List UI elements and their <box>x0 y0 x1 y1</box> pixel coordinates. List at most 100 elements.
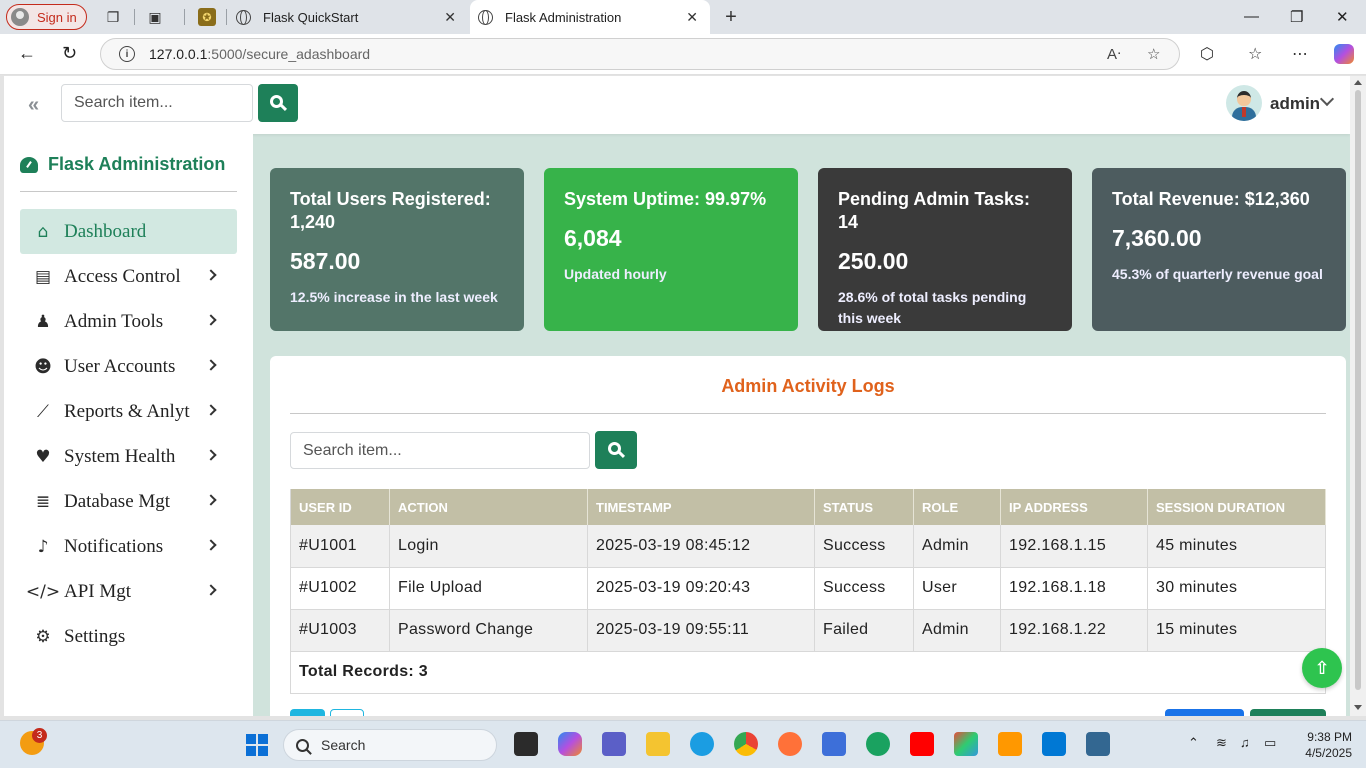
sidebar-item-api[interactable]: </> API Mgt <box>20 569 237 614</box>
card-subtext: Updated hourly <box>564 266 667 282</box>
table-row[interactable]: #U1002 File Upload 2025-03-19 09:20:43 S… <box>290 567 1326 610</box>
extensions-icon[interactable]: ⬡ <box>1200 44 1214 64</box>
site-info-icon[interactable]: i <box>119 46 135 62</box>
column-header[interactable]: USER ID <box>290 489 390 525</box>
profile-signin-button[interactable]: Sign in <box>6 4 87 30</box>
task-view-icon[interactable] <box>514 732 538 756</box>
battery-icon[interactable]: ▭ <box>1264 735 1276 751</box>
avatar[interactable] <box>1226 85 1262 121</box>
new-tab-icon[interactable]: + <box>722 6 740 28</box>
copilot-icon[interactable] <box>1334 44 1354 64</box>
bell-icon: ♪ <box>37 536 49 557</box>
column-header[interactable]: IP ADDRESS <box>1000 489 1148 525</box>
read-aloud-icon[interactable]: Aᐧ <box>1107 45 1121 63</box>
scroll-down-icon[interactable] <box>1354 705 1362 710</box>
logs-search-button[interactable] <box>595 431 637 469</box>
cell-action: Login <box>389 525 588 568</box>
clock[interactable]: 9:38 PM 4/5/2025 <box>1292 729 1352 761</box>
favorite-star-icon[interactable]: ☆ <box>1147 45 1160 63</box>
logs-search-input[interactable] <box>290 432 590 469</box>
youtube-icon[interactable] <box>910 732 934 756</box>
teams-icon[interactable] <box>602 732 626 756</box>
sidebar-item-notifications[interactable]: ♪ Notifications <box>20 524 237 569</box>
windows-start-icon[interactable] <box>246 734 268 756</box>
search-icon <box>296 738 309 752</box>
page-scrollbar[interactable] <box>1350 76 1366 716</box>
reload-icon[interactable]: ↻ <box>62 43 77 64</box>
print-button[interactable] <box>1250 709 1326 716</box>
top-navbar: « admin <box>4 76 1350 134</box>
sidebar-item-reports[interactable]: ⟋ Reports & Anlyt <box>20 389 237 434</box>
collapse-sidebar-icon[interactable]: « <box>28 94 39 117</box>
card-title: System Uptime: 99.97% <box>564 189 767 209</box>
stat-card-pending-tasks: Pending Admin Tasks: 14 250.00 28.6% of … <box>818 168 1072 331</box>
column-header[interactable]: STATUS <box>814 489 914 525</box>
table-row[interactable]: #U1001 Login 2025-03-19 08:45:12 Success… <box>290 525 1326 568</box>
sidebar-item-label: Notifications <box>64 535 164 557</box>
tab-actions-icon[interactable]: ▣ <box>146 8 164 26</box>
tab-flask-administration[interactable]: Flask Administration ✕ <box>470 0 710 34</box>
copilot-app-icon[interactable] <box>558 732 582 756</box>
globe-icon <box>236 9 251 25</box>
column-header[interactable]: SESSION DURATION <box>1147 489 1326 525</box>
taskbar-search[interactable]: Search <box>283 729 497 761</box>
stat-card-users: Total Users Registered: 1,240 587.00 12.… <box>270 168 524 331</box>
sidebar-item-dashboard[interactable]: ⌂ Dashboard <box>20 209 237 254</box>
export-button[interactable] <box>1165 709 1244 716</box>
pagination-button[interactable] <box>330 709 364 716</box>
chevron-up-icon[interactable]: ⌃ <box>1188 735 1199 751</box>
user-gear-icon: ⚙ <box>35 626 51 647</box>
top-search-input[interactable] <box>61 84 253 122</box>
column-header[interactable]: ROLE <box>913 489 1001 525</box>
wifi-icon[interactable]: ≋ <box>1216 735 1227 751</box>
vscode-icon[interactable] <box>1042 732 1066 756</box>
top-search-button[interactable] <box>258 84 298 122</box>
cell-ip: 192.168.1.18 <box>1000 567 1148 610</box>
notepad-icon[interactable] <box>822 732 846 756</box>
brand[interactable]: Flask Administration <box>20 154 225 175</box>
volume-icon[interactable]: ♫ <box>1240 735 1250 750</box>
sidebar-item-database[interactable]: ≣ Database Mgt <box>20 479 237 524</box>
chevron-down-icon[interactable] <box>1319 91 1335 107</box>
sidebar-item-admin-tools[interactable]: ♟ Admin Tools <box>20 299 237 344</box>
scroll-to-top-button[interactable]: ⇧ <box>1302 648 1342 688</box>
sidebar-item-user-accounts[interactable]: ☻ User Accounts <box>20 344 237 389</box>
scrollbar-thumb[interactable] <box>1355 90 1361 690</box>
close-window-icon[interactable]: ✕ <box>1336 8 1349 26</box>
scroll-up-icon[interactable] <box>1354 80 1362 85</box>
sidebar-item-settings[interactable]: ⚙ Settings <box>20 614 237 659</box>
firefox-icon[interactable] <box>778 732 802 756</box>
back-icon[interactable]: ← <box>18 43 36 64</box>
table-row[interactable]: #U1003 Password Change 2025-03-19 09:55:… <box>290 609 1326 652</box>
divider <box>134 9 135 25</box>
document-icon: ▤ <box>34 266 52 287</box>
minimize-icon[interactable]: — <box>1244 8 1259 25</box>
app-icon[interactable] <box>954 732 978 756</box>
more-menu-icon[interactable]: ⋯ <box>1292 44 1308 64</box>
sublime-text-icon[interactable] <box>998 732 1022 756</box>
divider <box>184 9 185 25</box>
column-header[interactable]: ACTION <box>389 489 588 525</box>
column-header[interactable]: TIMESTAMP <box>587 489 815 525</box>
edge-browser-icon[interactable] <box>690 732 714 756</box>
pinned-tab-icon[interactable]: ✪ <box>198 8 216 26</box>
postgresql-icon[interactable] <box>1086 732 1110 756</box>
cell-role: Admin <box>913 525 1001 568</box>
chrome-icon[interactable] <box>734 732 758 756</box>
pagination-button[interactable] <box>290 709 325 716</box>
workspaces-icon[interactable]: ❐ <box>104 8 122 26</box>
restore-icon[interactable]: ❐ <box>1290 8 1303 26</box>
signin-label: Sign in <box>37 9 77 25</box>
user-name[interactable]: admin <box>1270 94 1320 114</box>
app-icon[interactable] <box>866 732 890 756</box>
sidebar-item-access-control[interactable]: ▤ Access Control <box>20 254 237 299</box>
url-field[interactable]: i 127.0.0.1:5000/secure_adashboard Aᐧ ☆ <box>100 38 1180 70</box>
cell-duration: 30 minutes <box>1147 567 1326 610</box>
close-tab-icon[interactable]: ✕ <box>444 9 456 26</box>
tab-flask-quickstart[interactable]: Flask QuickStart ✕ <box>236 0 468 34</box>
favorites-icon[interactable]: ☆ <box>1248 44 1262 64</box>
close-tab-icon[interactable]: ✕ <box>686 9 698 26</box>
file-explorer-icon[interactable] <box>646 732 670 756</box>
sidebar-item-system-health[interactable]: ♥ System Health <box>20 434 237 479</box>
cell-duration: 15 minutes <box>1147 609 1326 652</box>
